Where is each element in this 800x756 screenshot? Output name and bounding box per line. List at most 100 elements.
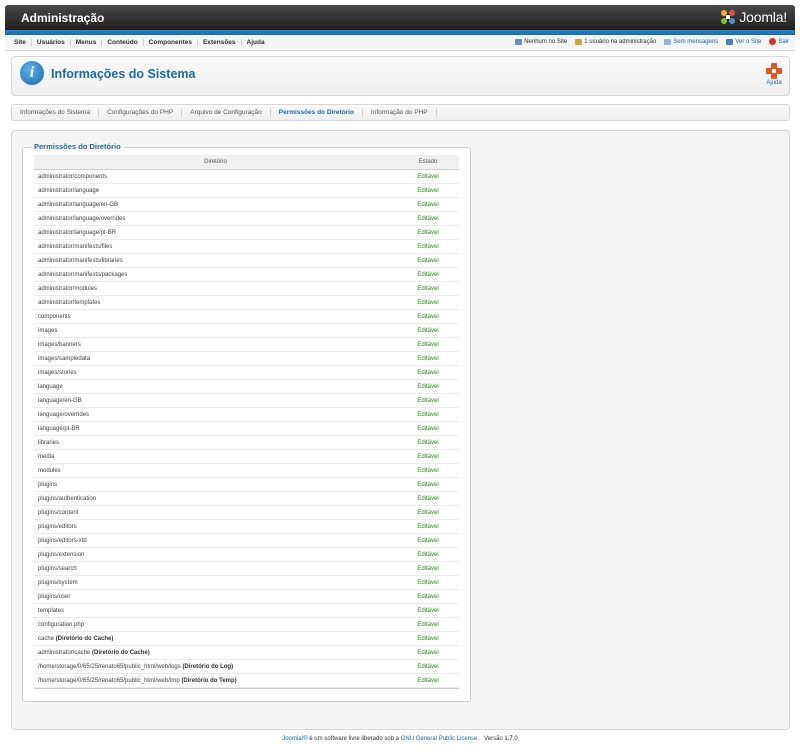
- joomla-logo[interactable]: Joomla!: [720, 9, 787, 25]
- directory-cell: language/pt-BR: [34, 421, 397, 436]
- menu-item[interactable]: Extensões: [198, 39, 242, 46]
- status-cell: Editável: [397, 533, 459, 548]
- table-row: plugins/editors-xtd Editável: [34, 533, 459, 548]
- toolbar: i Informações do Sistema Ajuda: [11, 56, 790, 96]
- status-cell: Editável: [397, 351, 459, 366]
- directory-path: images/stories: [38, 369, 77, 376]
- menu-item[interactable]: Site: [9, 39, 32, 46]
- menu-item[interactable]: Ajuda: [242, 39, 270, 46]
- tab[interactable]: Informação do PHP: [363, 108, 437, 117]
- table-row: plugins Editável: [34, 477, 459, 492]
- menu-item[interactable]: Menus: [71, 39, 103, 46]
- status-cell: Editável: [397, 211, 459, 226]
- tab[interactable]: Arquivo de Configuração: [182, 108, 271, 117]
- tab[interactable]: Informações do Sistema: [12, 108, 100, 117]
- status-cell: Editável: [397, 379, 459, 394]
- directory-cell: templates: [34, 603, 397, 618]
- view-site-link[interactable]: Ver o Site: [726, 38, 761, 45]
- joomla-logo-icon: [721, 10, 736, 24]
- table-row: plugins/extension Editável: [34, 547, 459, 562]
- table-row: administrator/manifests/packages Editável: [34, 267, 459, 282]
- directory-cell: administrator/manifests/packages: [34, 267, 397, 282]
- status-bar: Nenhum no Site 1 usuário na administraçã…: [515, 38, 789, 45]
- table-row: images/stories Editável: [34, 365, 459, 380]
- directory-path: plugins/system: [38, 579, 78, 586]
- view-site-text[interactable]: Ver o Site: [735, 39, 761, 45]
- directory-cell: modules: [34, 463, 397, 478]
- table-row: administrator/cache (Diretório do Cache)…: [34, 645, 459, 660]
- visitors-text: Nenhum no Site: [524, 38, 568, 45]
- status-cell: Editável: [397, 561, 459, 576]
- status-cell: Editável: [397, 183, 459, 198]
- table-row: images/banners Editável: [34, 337, 459, 352]
- directory-cell: /home/storage/0/65/25/renato65/public_ht…: [34, 673, 397, 688]
- directory-path: administrator/language/overrides: [38, 215, 126, 222]
- help-button[interactable]: Ajuda: [764, 63, 784, 86]
- menu-item[interactable]: Usuários: [32, 39, 71, 46]
- status-cell: Editável: [397, 225, 459, 240]
- directory-path: administrator/components: [38, 173, 108, 180]
- directory-cell: plugins/content: [34, 505, 397, 520]
- directory-path: language: [38, 383, 63, 390]
- directory-path: administrator/language/en-GB: [38, 201, 119, 208]
- table-row: components Editável: [34, 309, 459, 324]
- logout-link[interactable]: Sair: [769, 38, 789, 45]
- status-cell: Editável: [397, 197, 459, 212]
- table-row: administrator/modules Editável: [34, 281, 459, 296]
- directory-path: templates: [38, 607, 65, 614]
- admins-text: 1 usuário na administração: [584, 38, 657, 45]
- status-cell: Editável: [397, 449, 459, 464]
- table-row: media Editável: [34, 449, 459, 464]
- tab[interactable]: Configurações do PHP: [99, 108, 183, 117]
- messages-link[interactable]: Sem mensagens: [664, 38, 718, 45]
- status-cell: Editável: [397, 435, 459, 450]
- help-label: Ajuda: [766, 80, 782, 86]
- menu-item[interactable]: Componentes: [144, 39, 199, 46]
- directory-note: (Diretório do Cache): [92, 649, 150, 656]
- table-row: images Editável: [34, 323, 459, 338]
- status-cell: Editável: [397, 295, 459, 310]
- directory-cell: libraries: [34, 435, 397, 450]
- status-cell: Editável: [397, 169, 459, 184]
- directory-note: (Diretório do Temp): [181, 677, 237, 684]
- table-row: administrator/components Editável: [34, 169, 459, 184]
- table-row: language Editável: [34, 379, 459, 394]
- logout-text[interactable]: Sair: [778, 39, 789, 45]
- directory-path: administrator/language: [38, 187, 100, 194]
- table-row: plugins/editors Editável: [34, 519, 459, 534]
- column-header-status: Estado: [397, 155, 459, 170]
- directory-path: language/en-GB: [38, 397, 82, 404]
- status-cell: Editável: [397, 659, 459, 674]
- directory-cell: plugins/search: [34, 561, 397, 576]
- logo-text: Joomla!: [739, 9, 787, 25]
- directory-cell: images/sampledata: [34, 351, 397, 366]
- directory-path: components: [38, 313, 71, 320]
- directory-cell: /home/storage/0/65/25/renato65/public_ht…: [34, 659, 397, 674]
- page-title: Informações do Sistema: [51, 67, 196, 81]
- menu-item[interactable]: Conteúdo: [102, 39, 144, 46]
- directory-path: plugins/extension: [38, 551, 85, 558]
- license-link[interactable]: GNU General Public License.: [401, 736, 479, 742]
- app-title: Administração: [21, 11, 105, 25]
- status-cell: Editável: [397, 407, 459, 422]
- table-row: administrator/manifests/files Editável: [34, 239, 459, 254]
- directory-path: images/banners: [38, 341, 81, 348]
- directory-cell: images: [34, 323, 397, 338]
- status-cell: Editável: [397, 491, 459, 506]
- joomla-link[interactable]: Joomla!®: [282, 736, 307, 742]
- status-cell: Editável: [397, 393, 459, 408]
- table-row: administrator/language/pt-BR Editável: [34, 225, 459, 240]
- table-row: administrator/language/overrides Editável: [34, 211, 459, 226]
- directory-path: administrator/manifests/packages: [38, 271, 128, 278]
- tab[interactable]: Permissões do Diretório: [271, 108, 363, 117]
- directory-cell: plugins/system: [34, 575, 397, 590]
- directory-path: language/overrides: [38, 411, 90, 418]
- status-cell: Editável: [397, 589, 459, 604]
- table-header-row: Diretório Estado: [34, 155, 459, 170]
- table-row: libraries Editável: [34, 435, 459, 450]
- monitor-icon: [726, 38, 734, 45]
- directory-cell: administrator/language/overrides: [34, 211, 397, 226]
- messages-text[interactable]: Sem mensagens: [673, 39, 718, 45]
- directory-cell: language: [34, 379, 397, 394]
- info-icon: i: [20, 61, 44, 85]
